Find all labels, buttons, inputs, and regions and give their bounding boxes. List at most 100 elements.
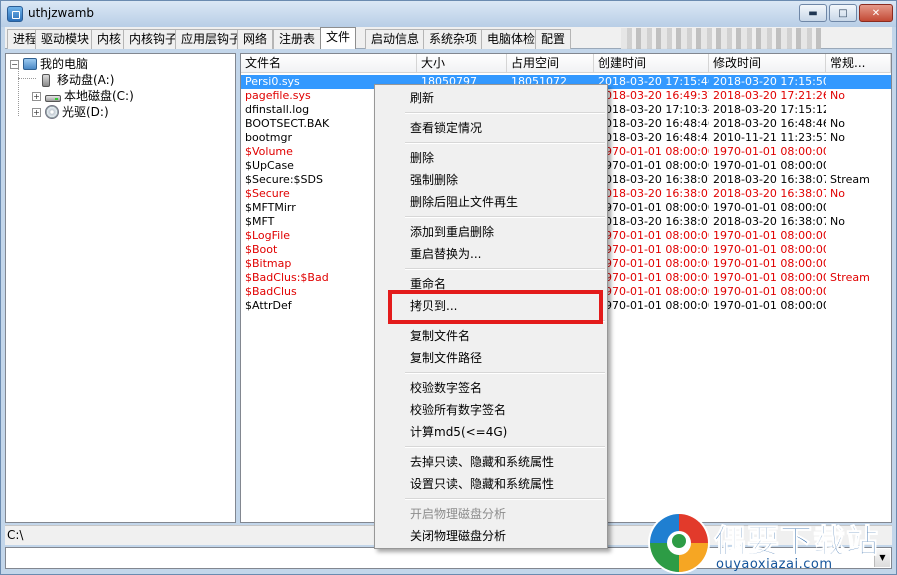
expand-icon[interactable]: + <box>32 91 41 101</box>
tab-item[interactable]: 驱动模块 <box>35 29 96 49</box>
menu-separator <box>405 216 605 218</box>
cell-created: 2018-03-20 16:38:07 <box>598 215 709 228</box>
menu-item[interactable]: 重启替换为... <box>377 243 605 265</box>
watermark-title: 偶要下载站 <box>713 522 880 561</box>
menu-item[interactable]: 设置只读、隐藏和系统属性 <box>377 473 605 495</box>
watermark-url: ouyaoxiazai.com <box>716 557 833 572</box>
current-path: C:\ <box>7 528 24 542</box>
tree-item-label: 本地磁盘(C:) <box>64 89 134 103</box>
tab-item[interactable]: 系统杂项 <box>423 29 484 49</box>
cell-modified: 1970-01-01 08:00:00 <box>713 243 826 256</box>
cell-created: 1970-01-01 08:00:00 <box>598 285 709 298</box>
blurred-region <box>621 28 821 49</box>
collapse-icon[interactable]: − <box>10 59 19 69</box>
menu-item[interactable]: 计算md5(<=4G) <box>377 421 605 443</box>
cell-attr: Stream <box>830 271 870 284</box>
menu-item[interactable]: 校验所有数字签名 <box>377 399 605 421</box>
column-header[interactable]: 常规... <box>826 54 891 73</box>
cell-created: 1970-01-01 08:00:00 <box>598 145 709 158</box>
cell-attr: No <box>830 215 845 228</box>
cell-modified: 2018-03-20 16:48:46 <box>713 117 826 130</box>
cell-created: 1970-01-01 08:00:00 <box>598 159 709 172</box>
menu-item[interactable]: 复制文件路径 <box>377 347 605 369</box>
cell-attr <box>826 299 891 313</box>
tab-item[interactable]: 内核 <box>91 29 128 49</box>
menu-item[interactable]: 强制删除 <box>377 169 605 191</box>
cell-modified: 2018-03-20 16:38:07 <box>713 215 826 228</box>
tree-item-label: 移动盘(A:) <box>57 73 115 87</box>
column-header[interactable]: 修改时间 <box>709 54 826 73</box>
tab-item[interactable]: 注册表 <box>273 29 322 49</box>
tab-item[interactable]: 启动信息 <box>365 29 426 49</box>
tree-item-cd-drive[interactable]: + 光驱(D:) <box>32 104 109 120</box>
cell-modified: 1970-01-01 08:00:00 <box>713 145 826 158</box>
title-bar[interactable]: uthjzwamb ▬ □ ✕ <box>1 1 896 27</box>
cell-attr <box>826 145 891 159</box>
cell-created: 1970-01-01 08:00:00 <box>598 257 709 270</box>
cell-modified: 2018-03-20 17:15:50 <box>713 75 826 88</box>
menu-separator <box>405 142 605 144</box>
cell-created: 2018-03-20 16:38:07 <box>598 173 709 186</box>
tab-item[interactable]: 配置 <box>535 29 572 49</box>
expand-icon[interactable]: + <box>32 107 41 117</box>
usb-drive-icon <box>42 73 50 87</box>
cell-modified: 2018-03-20 16:38:07 <box>713 187 826 200</box>
menu-item[interactable]: 校验数字签名 <box>377 377 605 399</box>
menu-separator <box>405 268 605 270</box>
cell-modified: 2018-03-20 17:21:26 <box>713 89 826 102</box>
cell-modified: 1970-01-01 08:00:00 <box>713 271 826 284</box>
menu-item[interactable]: 关闭物理磁盘分析 <box>377 525 605 547</box>
cell-modified: 2010-11-21 11:23:51 <box>713 131 826 144</box>
tab-item[interactable]: 电脑体检 <box>481 29 542 49</box>
menu-item[interactable]: 去掉只读、隐藏和系统属性 <box>377 451 605 473</box>
cell-attr <box>826 285 891 299</box>
cell-attr <box>826 229 891 243</box>
column-header[interactable]: 大小 <box>417 54 507 73</box>
tree-connector <box>18 68 19 116</box>
column-header[interactable]: 文件名 <box>241 54 417 73</box>
cell-modified: 1970-01-01 08:00:00 <box>713 257 826 270</box>
app-icon <box>7 6 23 22</box>
tab-item[interactable]: 文件 <box>320 27 357 49</box>
cell-created: 1970-01-01 08:00:00 <box>598 299 709 312</box>
cell-created: 2018-03-20 17:15:46 <box>598 75 709 88</box>
cell-attr: No <box>830 187 845 200</box>
close-button[interactable]: ✕ <box>859 4 893 22</box>
cell-attr <box>826 257 891 271</box>
cell-modified: 2018-03-20 16:38:07 <box>713 173 826 186</box>
tree-item-removable-drive[interactable]: 移动盘(A:) <box>38 72 114 88</box>
cell-attr <box>826 75 891 89</box>
column-header[interactable]: 占用空间 <box>507 54 594 73</box>
cell-attr <box>826 103 891 117</box>
maximize-button[interactable]: □ <box>829 4 857 22</box>
computer-icon <box>23 58 37 70</box>
cell-attr: No <box>830 131 845 144</box>
tab-item[interactable]: 网络 <box>237 29 274 49</box>
tree-item-local-disk[interactable]: + 本地磁盘(C:) <box>32 88 134 104</box>
menu-item[interactable]: 查看锁定情况 <box>377 117 605 139</box>
tree-item-my-computer[interactable]: − 我的电脑 <box>10 56 88 72</box>
watermark: 偶要下载站 ouyaoxiazai.com <box>650 512 890 574</box>
menu-item[interactable]: 删除 <box>377 147 605 169</box>
menu-item[interactable]: 复制文件名 <box>377 325 605 347</box>
cell-modified: 1970-01-01 08:00:00 <box>713 201 826 214</box>
column-header[interactable]: 创建时间 <box>594 54 709 73</box>
cell-attr: Stream <box>830 173 870 186</box>
menu-item: 开启物理磁盘分析 <box>410 507 507 521</box>
cell-attr: No <box>830 117 845 130</box>
cell-created: 2018-03-20 16:38:07 <box>598 187 709 200</box>
cell-attr <box>826 201 891 215</box>
cell-modified: 2018-03-20 17:15:12 <box>713 103 826 116</box>
cell-created: 2018-03-20 16:49:37 <box>598 89 709 102</box>
cell-created: 2018-03-20 17:10:34 <box>598 103 709 116</box>
cd-drive-icon <box>45 105 59 119</box>
drive-tree: − 我的电脑 移动盘(A:) + 本地磁盘(C:) + 光驱(D:) <box>5 53 236 523</box>
menu-separator <box>405 112 605 114</box>
minimize-button[interactable]: ▬ <box>799 4 827 22</box>
menu-item[interactable]: 删除后阻止文件再生 <box>377 191 605 213</box>
tab-item[interactable]: 内核钩子 <box>123 29 184 49</box>
menu-item[interactable]: 添加到重启删除 <box>377 221 605 243</box>
menu-item[interactable]: 刷新 <box>377 87 605 109</box>
cell-modified: 1970-01-01 08:00:00 <box>713 159 826 172</box>
highlight-annotation <box>388 290 603 324</box>
